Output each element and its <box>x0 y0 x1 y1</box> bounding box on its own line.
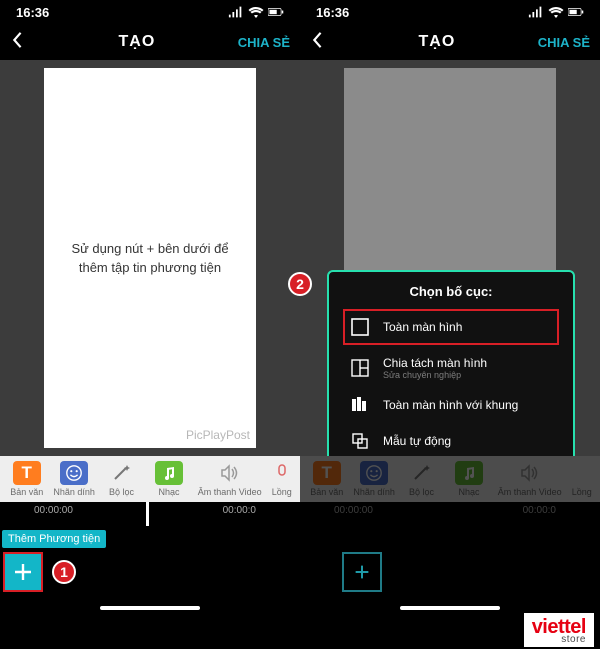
add-media-button[interactable] <box>342 552 382 592</box>
timeline-tracks <box>300 526 600 616</box>
tool-label: Nhạc <box>458 487 479 497</box>
tool-filter: Bộ lọc <box>399 461 444 497</box>
share-button[interactable]: CHIA SẺ <box>238 35 290 50</box>
split-icon <box>349 357 371 379</box>
tool-label: Âm thanh Video <box>198 487 262 497</box>
fullscreen-icon <box>349 316 371 338</box>
empty-canvas[interactable]: Sử dụng nút + bên dưới để thêm tập tin p… <box>44 68 256 448</box>
tool-video-audio[interactable]: Âm thanh Video <box>194 461 266 497</box>
tool-filter[interactable]: Bộ lọc <box>99 461 144 497</box>
step-marker-2: 2 <box>288 272 312 296</box>
wifi-icon <box>248 6 264 18</box>
nav-header: TẠO CHIA SẺ <box>0 24 300 60</box>
layout-label: Toàn màn hình <box>383 320 462 334</box>
framed-icon <box>349 394 371 416</box>
tool-music[interactable]: Nhạc <box>146 461 191 497</box>
popup-title: Chọn bố cục: <box>345 284 557 299</box>
layout-split[interactable]: Chia tách màn hìnhSửa chuyên nghiệp <box>345 349 557 387</box>
tool-dub: Lồng <box>568 461 596 497</box>
add-media-button[interactable] <box>3 552 43 592</box>
layout-label: Mẫu tự động <box>383 434 451 448</box>
page-title: TẠO <box>418 33 455 51</box>
battery-icon <box>568 6 584 18</box>
add-media-tooltip: Thêm Phương tiện <box>2 530 106 548</box>
canvas-area: Chọn bố cục: Toàn màn hình Chia tách màn… <box>300 60 600 456</box>
tool-sticker[interactable]: Nhãn dính <box>51 461 96 497</box>
canvas-area: Sử dụng nút + bên dưới để thêm tập tin p… <box>0 60 300 456</box>
wifi-icon <box>548 6 564 18</box>
battery-icon <box>268 6 284 18</box>
page-title: TẠO <box>118 33 155 51</box>
timeline-ruler: 00:00:00 00:00:0 <box>300 502 600 526</box>
tool-label: Nhãn dính <box>53 487 95 497</box>
effects-toolbar: TBản văn Nhãn dính Bộ lọc Nhạc Âm thanh … <box>0 456 300 502</box>
viettel-store-logo: viettel store <box>524 613 594 647</box>
tool-label: Bản văn <box>310 487 343 497</box>
tool-label: Bộ lọc <box>409 487 434 497</box>
tool-video-audio: Âm thanh Video <box>494 461 566 497</box>
status-bar: 16:36 <box>300 0 600 24</box>
tool-label: Lồng <box>272 487 292 497</box>
signal-icon <box>228 6 244 18</box>
back-button[interactable] <box>310 29 336 55</box>
layout-fullscreen[interactable]: Toàn màn hình <box>343 309 559 345</box>
nav-header: TẠO CHIA SẺ <box>300 24 600 60</box>
back-button[interactable] <box>10 29 36 55</box>
status-time: 16:36 <box>16 5 49 20</box>
app-watermark: PicPlayPost <box>186 426 250 444</box>
share-button[interactable]: CHIA SẺ <box>538 35 590 50</box>
effects-toolbar: TBản văn Nhãn dính Bộ lọc Nhạc Âm thanh … <box>300 456 600 502</box>
tool-sticker: Nhãn dính <box>351 461 396 497</box>
tool-music: Nhạc <box>446 461 491 497</box>
status-bar: 16:36 <box>0 0 300 24</box>
tool-text: TBản văn <box>304 461 349 497</box>
tool-label: Bộ lọc <box>109 487 134 497</box>
home-indicator[interactable] <box>400 606 500 610</box>
layout-label: Chia tách màn hình <box>383 356 487 370</box>
phone-left: 16:36 TẠO CHIA SẺ Sử dụng nút + bên dưới… <box>0 0 300 616</box>
tool-label: Bản văn <box>10 487 43 497</box>
layout-auto[interactable]: Mẫu tự động <box>345 423 557 456</box>
timeline-start: 00:00:00 <box>334 505 373 526</box>
tool-label: Âm thanh Video <box>498 487 562 497</box>
auto-icon <box>349 430 371 452</box>
tool-label: Nhãn dính <box>353 487 395 497</box>
tool-text[interactable]: TBản văn <box>4 461 49 497</box>
timeline-end: 00:00:0 <box>223 505 256 526</box>
phone-right: 16:36 TẠO CHIA SẺ Chọn bố cục: Toàn màn … <box>300 0 600 616</box>
tool-label: Lồng <box>572 487 592 497</box>
layout-label: Toàn màn hình với khung <box>383 398 518 412</box>
layout-framed[interactable]: Toàn màn hình với khung <box>345 387 557 423</box>
canvas-placeholder-text: Sử dụng nút + bên dưới để thêm tập tin p… <box>62 239 238 278</box>
status-time: 16:36 <box>316 5 349 20</box>
step-marker-1: 1 <box>52 560 76 584</box>
layout-sublabel: Sửa chuyên nghiệp <box>383 370 487 380</box>
timeline-start: 00:00:00 <box>34 505 73 526</box>
timeline-ruler[interactable]: 00:00:00 00:00:0 <box>0 502 300 526</box>
home-indicator[interactable] <box>100 606 200 610</box>
tool-label: Nhạc <box>158 487 179 497</box>
timeline-end: 00:00:0 <box>523 505 556 526</box>
timeline-tracks: Thêm Phương tiện 1 <box>0 526 300 616</box>
signal-icon <box>528 6 544 18</box>
tool-dub[interactable]: Lồng <box>268 461 296 497</box>
layout-popup: Chọn bố cục: Toàn màn hình Chia tách màn… <box>327 270 575 456</box>
